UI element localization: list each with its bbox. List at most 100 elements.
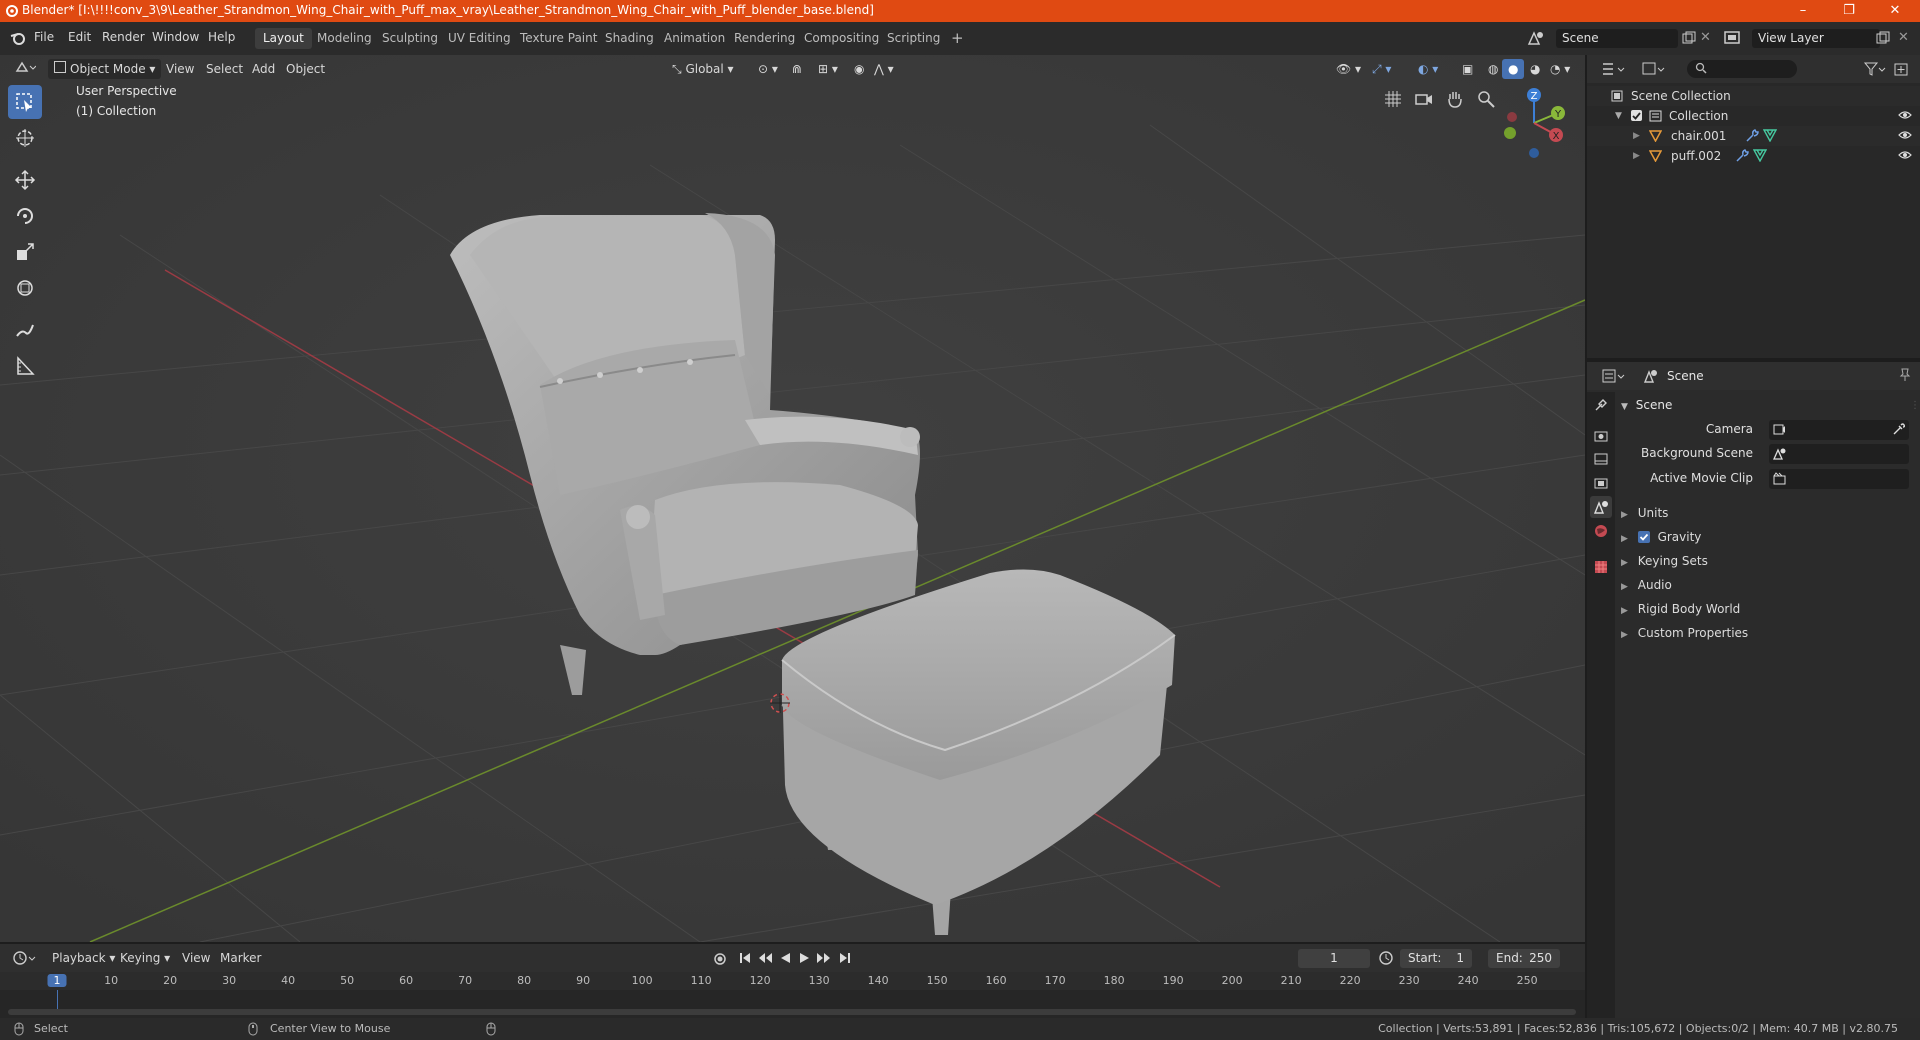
outliner-row-scene-collection[interactable]: Scene Collection bbox=[1587, 86, 1920, 106]
select-box-tool[interactable] bbox=[8, 85, 42, 119]
prev-keyframe-icon[interactable] bbox=[757, 951, 773, 965]
remove-view-layer-icon[interactable]: ✕ bbox=[1898, 30, 1909, 45]
expand-puff-icon[interactable]: ▶ bbox=[1633, 146, 1640, 166]
tab-sculpting[interactable]: Sculpting bbox=[374, 28, 446, 49]
outliner-row-chair[interactable]: ▶ chair.001 bbox=[1587, 126, 1920, 146]
transform-tool[interactable] bbox=[8, 271, 42, 305]
outliner-editor-icon[interactable] bbox=[1601, 61, 1627, 77]
timeline-menu-playback[interactable]: Playback ▾ bbox=[46, 948, 121, 968]
zoom-view-icon[interactable] bbox=[1476, 89, 1496, 109]
current-frame-field[interactable]: 1 bbox=[1298, 949, 1370, 968]
tab-rendering[interactable]: Rendering bbox=[726, 28, 803, 49]
output-tab-icon[interactable] bbox=[1594, 452, 1608, 466]
preview-range-icon[interactable] bbox=[1378, 950, 1394, 966]
eye-icon[interactable] bbox=[1898, 129, 1912, 141]
panel-custom-properties[interactable]: ▶ Custom Properties bbox=[1621, 622, 1911, 644]
texture-tab-icon[interactable] bbox=[1594, 560, 1608, 574]
pivot-point-icon[interactable]: ⊙ ▾ bbox=[752, 59, 784, 79]
collection-exclude-checkbox[interactable] bbox=[1631, 110, 1642, 121]
expand-keying-sets-icon[interactable]: ▶ bbox=[1621, 558, 1628, 568]
timeline-menu-marker[interactable]: Marker bbox=[214, 948, 267, 968]
panel-keying-sets[interactable]: ▶ Keying Sets bbox=[1621, 550, 1911, 572]
camera-view-icon[interactable] bbox=[1414, 89, 1434, 109]
filter-icon[interactable] bbox=[1863, 61, 1887, 77]
active-movie-clip-field[interactable] bbox=[1769, 469, 1909, 489]
scene-icon[interactable] bbox=[1527, 30, 1545, 46]
tab-scripting[interactable]: Scripting bbox=[879, 28, 948, 49]
visibility-icon[interactable]: 👁 ▾ bbox=[1330, 59, 1367, 79]
jump-end-icon[interactable] bbox=[838, 951, 852, 965]
expand-chair-icon[interactable]: ▶ bbox=[1633, 126, 1640, 146]
eye-icon[interactable] bbox=[1898, 149, 1912, 161]
view-layer-icon[interactable] bbox=[1724, 30, 1744, 46]
object-mode-dropdown[interactable]: Object Mode ▾ bbox=[48, 59, 162, 79]
auto-keying-icon[interactable] bbox=[713, 952, 727, 966]
mesh-data-icon[interactable] bbox=[1753, 149, 1767, 162]
jump-start-icon[interactable] bbox=[738, 951, 752, 965]
minimize-button[interactable]: – bbox=[1780, 0, 1826, 22]
expand-audio-icon[interactable]: ▶ bbox=[1621, 582, 1628, 592]
tab-shading[interactable]: Shading bbox=[597, 28, 662, 49]
gravity-checkbox[interactable] bbox=[1637, 531, 1650, 543]
timeline-area[interactable]: 1 10 20 30 40 50 60 70 80 90 100 110 120 130 140 150 160… bbox=[0, 972, 1585, 1018]
world-tab-icon[interactable] bbox=[1594, 524, 1608, 538]
start-frame-field[interactable]: Start: 1 bbox=[1400, 949, 1472, 968]
tab-texture-paint[interactable]: Texture Paint bbox=[512, 28, 605, 49]
next-keyframe-icon[interactable] bbox=[816, 951, 832, 965]
modifier-wrench-icon[interactable] bbox=[1735, 149, 1749, 162]
timeline-menu-keying[interactable]: Keying ▾ bbox=[114, 948, 176, 968]
add-workspace-button[interactable]: + bbox=[943, 28, 972, 49]
panel-units[interactable]: ▶ Units bbox=[1621, 502, 1911, 524]
new-collection-icon[interactable] bbox=[1893, 61, 1909, 77]
timeline-scrollbar[interactable] bbox=[8, 1009, 1576, 1015]
mesh-data-icon[interactable] bbox=[1763, 129, 1777, 142]
pin-icon[interactable] bbox=[1899, 368, 1911, 382]
falloff-icon[interactable]: ⋀ ▾ bbox=[868, 59, 900, 79]
transform-orientation-dropdown[interactable]: ⤡ Global ▾ bbox=[666, 59, 740, 79]
menu-edit[interactable]: Edit bbox=[68, 30, 91, 44]
end-frame-field[interactable]: End: 250 bbox=[1488, 949, 1560, 968]
viewport-menu-view[interactable]: View bbox=[160, 59, 200, 79]
xray-toggle-icon[interactable]: ▣ bbox=[1456, 59, 1479, 79]
shading-solid-icon[interactable]: ● bbox=[1502, 59, 1525, 79]
tab-layout[interactable]: Layout bbox=[255, 28, 312, 49]
tab-compositing[interactable]: Compositing bbox=[796, 28, 887, 49]
gizmo-toggle-icon[interactable]: ⤢ ▾ bbox=[1366, 59, 1397, 79]
rotate-tool[interactable] bbox=[8, 199, 42, 233]
tab-modeling[interactable]: Modeling bbox=[309, 28, 380, 49]
render-tab-icon[interactable] bbox=[1594, 428, 1608, 442]
panel-gravity[interactable]: ▶ Gravity bbox=[1621, 526, 1911, 548]
menu-window[interactable]: Window bbox=[152, 30, 199, 44]
panel-audio[interactable]: ▶ Audio bbox=[1621, 574, 1911, 596]
menu-file[interactable]: File bbox=[34, 30, 54, 44]
outliner-search-input[interactable] bbox=[1687, 60, 1797, 78]
tab-animation[interactable]: Animation bbox=[656, 28, 733, 49]
viewport-menu-add[interactable]: Add bbox=[246, 59, 281, 79]
outliner-row-collection[interactable]: ▼ Collection bbox=[1587, 106, 1920, 126]
display-mode-icon[interactable] bbox=[1641, 61, 1667, 77]
new-scene-icon[interactable] bbox=[1682, 31, 1696, 45]
viewport-menu-object[interactable]: Object bbox=[280, 59, 331, 79]
viewport-menu-select[interactable]: Select bbox=[200, 59, 249, 79]
modifier-wrench-icon[interactable] bbox=[1745, 129, 1759, 142]
eyedropper-icon[interactable] bbox=[1892, 423, 1905, 436]
expand-collection-icon[interactable]: ▼ bbox=[1615, 106, 1622, 126]
scene-selector[interactable]: Scene bbox=[1556, 29, 1678, 48]
background-scene-field[interactable] bbox=[1769, 444, 1909, 464]
snap-target-icon[interactable]: ⊞ ▾ bbox=[812, 59, 844, 79]
pan-view-icon[interactable] bbox=[1445, 89, 1465, 109]
scene-tab-icon[interactable] bbox=[1590, 496, 1612, 518]
menu-help[interactable]: Help bbox=[208, 30, 235, 44]
snap-icon[interactable]: ⋒ bbox=[786, 59, 808, 79]
navigation-gizmo[interactable]: Z Y X bbox=[1498, 83, 1570, 163]
timeline-editor-icon[interactable] bbox=[12, 950, 38, 966]
expand-rigid-body-icon[interactable]: ▶ bbox=[1621, 606, 1628, 616]
play-reverse-icon[interactable] bbox=[778, 951, 792, 965]
panel-rigid-body-world[interactable]: ▶ Rigid Body World bbox=[1621, 598, 1911, 620]
editor-type-icon[interactable] bbox=[8, 59, 42, 79]
close-button[interactable]: ✕ bbox=[1872, 0, 1918, 22]
measure-tool[interactable] bbox=[8, 349, 42, 383]
menu-render[interactable]: Render bbox=[102, 30, 145, 44]
move-tool[interactable] bbox=[8, 163, 42, 197]
eye-icon[interactable] bbox=[1898, 109, 1912, 121]
